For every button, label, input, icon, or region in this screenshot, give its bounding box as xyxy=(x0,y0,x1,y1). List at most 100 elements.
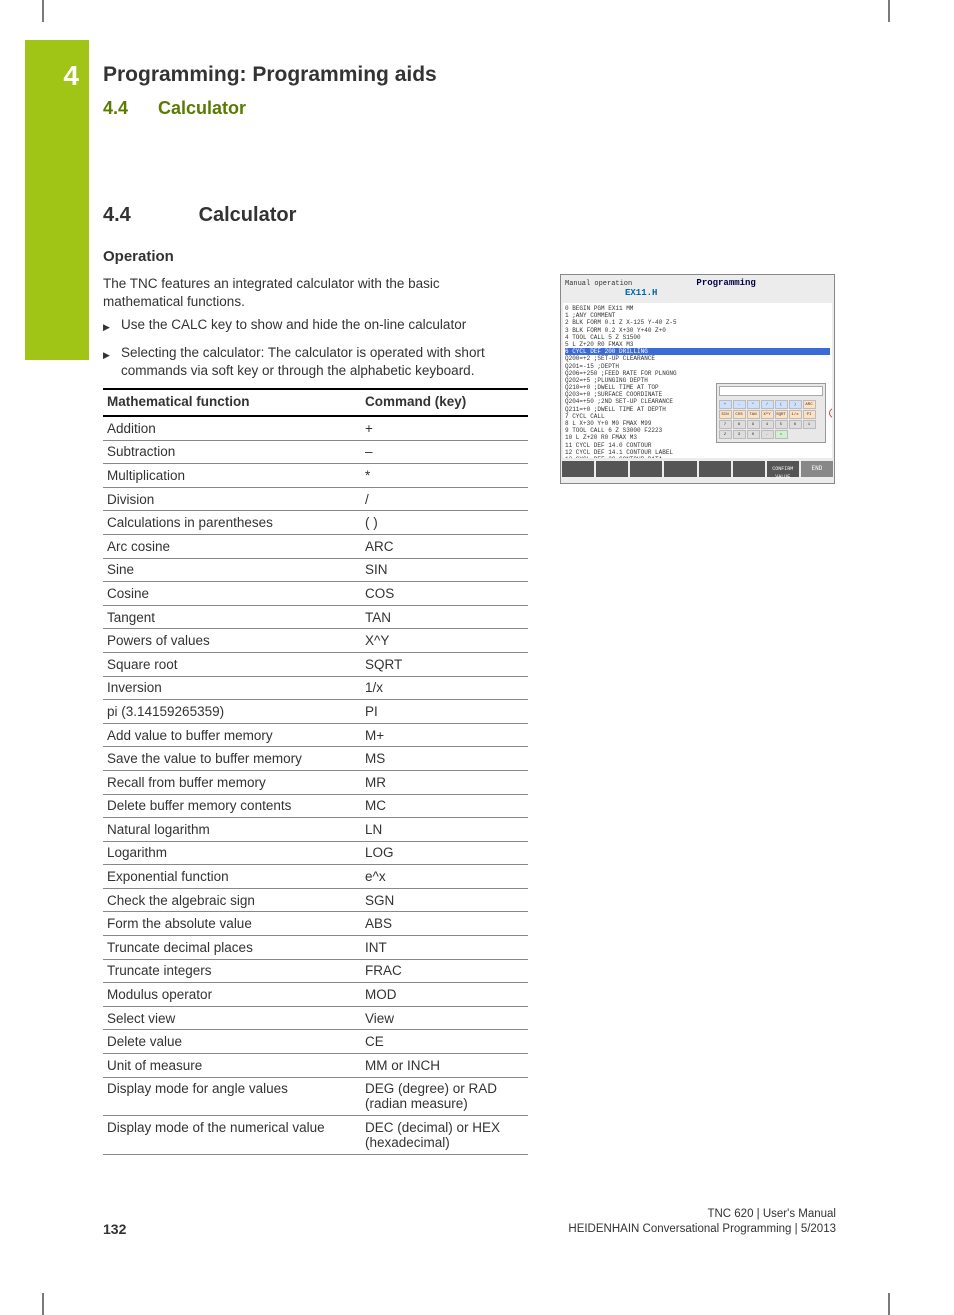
chapter-title: Programming: Programming aids xyxy=(103,63,437,87)
section-heading-title: Calculator xyxy=(199,204,297,226)
subsection-heading: Operation xyxy=(103,248,174,265)
table-row: Recall from buffer memoryMR xyxy=(103,770,528,794)
crop-mark xyxy=(42,1293,44,1315)
table-row: Modulus operatorMOD xyxy=(103,983,528,1007)
func-key: MC xyxy=(361,794,528,818)
func-name: Modulus operator xyxy=(103,983,361,1007)
calc-key: 0 xyxy=(747,430,760,439)
table-header: Mathematical function xyxy=(103,389,361,416)
func-key: M+ xyxy=(361,723,528,747)
calc-display xyxy=(719,386,823,396)
crop-mark xyxy=(42,0,44,22)
func-key: MOD xyxy=(361,983,528,1007)
table-row: Truncate decimal placesINT xyxy=(103,936,528,960)
calc-key: ARC xyxy=(803,400,816,409)
func-key: DEG (degree) or RAD (radian measure) xyxy=(361,1077,528,1116)
func-key: DEC (decimal) or HEX (hexadecimal) xyxy=(361,1116,528,1155)
calc-key: SQRT xyxy=(775,410,788,419)
calc-key: SIN xyxy=(719,410,732,419)
func-name: Truncate decimal places xyxy=(103,936,361,960)
func-key: / xyxy=(361,487,528,511)
func-key: CE xyxy=(361,1030,528,1054)
table-row: Multiplication* xyxy=(103,464,528,488)
calc-key: 5 xyxy=(775,420,788,429)
func-name: Division xyxy=(103,487,361,511)
func-key: PI xyxy=(361,700,528,724)
code-line: 4 TOOL CALL 5 Z S1500 xyxy=(565,334,830,341)
ss-program: EX11.H xyxy=(625,288,657,298)
section-number: 4.4 xyxy=(103,98,153,119)
softkey-row: CONFIRM VALUEEND xyxy=(561,460,834,478)
func-key: View xyxy=(361,1006,528,1030)
code-line: Q206=+250 ;FEED RATE FOR PLNGNG xyxy=(565,370,830,377)
footer-line2: HEIDENHAIN Conversational Programming | … xyxy=(568,1223,836,1235)
func-name: Subtraction xyxy=(103,440,361,464)
code-line: 2 BLK FORM 0.1 Z X-125 Y-40 Z-5 xyxy=(565,319,830,326)
func-name: Form the absolute value xyxy=(103,912,361,936)
code-line: 0 BEGIN PGM EX11 MM xyxy=(565,305,830,312)
func-name: Display mode for angle values xyxy=(103,1077,361,1116)
table-row: Calculations in parentheses( ) xyxy=(103,511,528,535)
code-line: 5 L Z+20 R0 FMAX M3 xyxy=(565,341,830,348)
calc-key: 1 xyxy=(803,420,816,429)
record-icon xyxy=(829,408,832,418)
intro-text: The TNC features an integrated calculato… xyxy=(103,275,523,311)
code-line: 12 CYCL DEF 14.1 CONTOUR LABEL xyxy=(565,449,830,456)
code-line: 13 CYCL DEF 20 CONTOUR DATA xyxy=(565,456,830,458)
bullet-text: Use the CALC key to show and hide the on… xyxy=(121,316,466,334)
func-name: Add value to buffer memory xyxy=(103,723,361,747)
softkey: CONFIRM VALUE xyxy=(767,461,799,477)
bullet-item: Use the CALC key to show and hide the on… xyxy=(103,316,533,334)
func-name: Truncate integers xyxy=(103,959,361,983)
table-row: Form the absolute valueABS xyxy=(103,912,528,936)
calc-key: ( xyxy=(775,400,788,409)
calc-key: 7 xyxy=(719,420,732,429)
crop-mark xyxy=(888,1293,890,1315)
softkey xyxy=(664,461,696,477)
table-row: Add value to buffer memoryM+ xyxy=(103,723,528,747)
section-heading: 4.4 Calculator xyxy=(103,204,296,227)
func-name: Inversion xyxy=(103,676,361,700)
func-key: FRAC xyxy=(361,959,528,983)
section-heading-number: 4.4 xyxy=(103,204,193,227)
func-name: Delete value xyxy=(103,1030,361,1054)
func-name: Check the algebraic sign xyxy=(103,888,361,912)
section-name: Calculator xyxy=(158,98,246,118)
func-name: Calculations in parentheses xyxy=(103,511,361,535)
calc-key: - xyxy=(733,400,746,409)
func-name: Delete buffer memory contents xyxy=(103,794,361,818)
func-name: Addition xyxy=(103,416,361,440)
table-row: Powers of valuesX^Y xyxy=(103,629,528,653)
softkey xyxy=(733,461,765,477)
ss-mode: Manual operation xyxy=(565,280,632,288)
table-row: Check the algebraic signSGN xyxy=(103,888,528,912)
func-name: Logarithm xyxy=(103,841,361,865)
func-key: LOG xyxy=(361,841,528,865)
table-row: TangentTAN xyxy=(103,605,528,629)
func-key: SIN xyxy=(361,558,528,582)
func-key: LN xyxy=(361,818,528,842)
func-name: Recall from buffer memory xyxy=(103,770,361,794)
bullet-text: Selecting the calculator: The calculator… xyxy=(121,344,533,380)
func-name: Save the value to buffer memory xyxy=(103,747,361,771)
table-row: Subtraction– xyxy=(103,440,528,464)
table-row: Display mode of the numerical valueDEC (… xyxy=(103,1116,528,1155)
bullet-list: Use the CALC key to show and hide the on… xyxy=(103,316,533,391)
table-row: Select viewView xyxy=(103,1006,528,1030)
softkey xyxy=(630,461,662,477)
triangle-bullet-icon xyxy=(103,316,121,334)
table-row: Exponential functione^x xyxy=(103,865,528,889)
table-row: Arc cosineARC xyxy=(103,534,528,558)
code-line: 6 CYCL DEF 200 DRILLING xyxy=(565,348,830,355)
func-key: MS xyxy=(361,747,528,771)
triangle-bullet-icon xyxy=(103,344,121,380)
ss-title: Programming xyxy=(696,278,755,288)
calc-key: ) xyxy=(789,400,802,409)
softkey: END xyxy=(801,461,833,477)
func-key: MM or INCH xyxy=(361,1054,528,1078)
tnc-screenshot: Manual operation Programming EX11.H 0 BE… xyxy=(560,274,835,484)
table-row: Delete buffer memory contentsMC xyxy=(103,794,528,818)
calc-key: + xyxy=(719,400,732,409)
func-key: * xyxy=(361,464,528,488)
table-row: CosineCOS xyxy=(103,582,528,606)
